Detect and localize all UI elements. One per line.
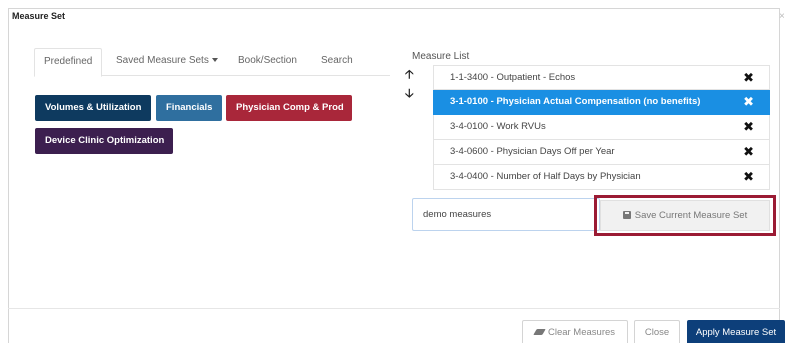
footer-divider	[8, 308, 780, 309]
measure-label: 1-1-3400 - Outpatient - Echos	[450, 72, 576, 83]
caret-down-icon	[211, 58, 218, 63]
measure-list-label: Measure List	[412, 51, 470, 62]
remove-x-icon[interactable]: ✖	[743, 90, 754, 114]
remove-x-icon[interactable]: ✖	[743, 66, 754, 90]
close-icon[interactable]: ×	[779, 12, 785, 22]
measure-list-item[interactable]: 1-1-3400 - Outpatient - Echos ✖	[433, 65, 770, 90]
physician-comp-prod-button[interactable]: Physician Comp & Prod	[226, 95, 352, 121]
tab-search[interactable]: Search	[321, 48, 353, 76]
save-current-measure-set-button[interactable]: Save Current Measure Set	[600, 200, 770, 231]
financials-button[interactable]: Financials	[156, 95, 222, 121]
volumes-utilization-button[interactable]: Volumes & Utilization	[35, 95, 151, 121]
close-button[interactable]: Close	[634, 320, 680, 343]
tab-bar: Predefined Saved Measure Sets Book/Secti…	[34, 48, 390, 77]
measure-list: 1-1-3400 - Outpatient - Echos ✖ 3-1-0100…	[433, 65, 770, 190]
measure-label: 3-4-0400 - Number of Half Days by Physic…	[450, 171, 641, 182]
arrow-up-icon[interactable]: 🡡	[405, 68, 414, 80]
remove-x-icon[interactable]: ✖	[743, 115, 754, 139]
remove-x-icon[interactable]: ✖	[743, 165, 754, 189]
measure-list-item-selected[interactable]: 3-1-0100 - Physician Actual Compensation…	[433, 90, 770, 115]
measure-label: 3-4-0600 - Physician Days Off per Year	[450, 146, 615, 157]
floppy-disk-icon	[622, 211, 631, 219]
eraser-icon	[533, 329, 546, 335]
tab-predefined[interactable]: Predefined	[34, 48, 103, 77]
tab-label: Saved Measure Sets	[116, 55, 209, 66]
clear-label: Clear Measures	[547, 327, 616, 338]
tab-label: Search	[321, 55, 353, 66]
measure-list-item[interactable]: 3-4-0100 - Work RVUs ✖	[433, 115, 770, 140]
apply-measure-set-button[interactable]: Apply Measure Set	[687, 320, 785, 343]
clear-measures-button[interactable]: Clear Measures	[522, 320, 628, 343]
arrow-down-icon[interactable]: 🡣	[405, 87, 414, 99]
remove-x-icon[interactable]: ✖	[743, 140, 754, 164]
tab-book-section[interactable]: Book/Section	[238, 48, 297, 76]
tab-label: Predefined	[44, 56, 93, 67]
save-button-label: Save Current Measure Set	[634, 210, 748, 221]
measure-list-item[interactable]: 3-4-0600 - Physician Days Off per Year ✖	[433, 140, 770, 165]
measure-set-modal: Measure Set × Predefined Saved Measure S…	[0, 0, 788, 343]
measure-label: 3-1-0100 - Physician Actual Compensation…	[450, 96, 701, 107]
device-clinic-optimization-button[interactable]: Device Clinic Optimization	[35, 128, 173, 154]
measure-label: 3-4-0100 - Work RVUs	[450, 121, 546, 132]
measure-list-item[interactable]: 3-4-0400 - Number of Half Days by Physic…	[433, 165, 770, 190]
tab-label: Book/Section	[238, 55, 297, 66]
measure-set-name-input[interactable]	[412, 198, 600, 231]
tab-saved-measure-sets[interactable]: Saved Measure Sets	[116, 48, 218, 76]
modal-title: Measure Set	[12, 11, 66, 21]
